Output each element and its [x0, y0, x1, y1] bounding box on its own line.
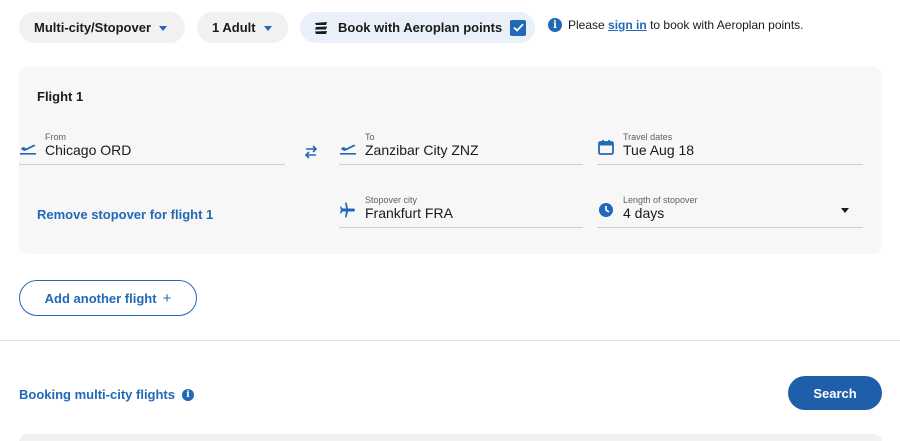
aeroplan-checkbox[interactable] [510, 19, 527, 36]
travel-dates-field[interactable]: Travel dates Tue Aug 18 [597, 132, 863, 165]
plus-icon: + [162, 289, 172, 307]
travel-dates-label: Travel dates [623, 132, 673, 142]
clock-icon [599, 203, 613, 217]
flight-title: Flight 1 [37, 89, 84, 104]
info-icon: i [182, 388, 194, 401]
chevron-down-icon [841, 208, 849, 213]
passengers-label: 1 Adult [212, 20, 256, 35]
stopover-length-dropdown[interactable]: Length of stopover 4 days [597, 195, 863, 228]
sign-in-notice: i Please sign in to book with Aeroplan p… [548, 18, 804, 32]
search-button[interactable]: Search [788, 376, 882, 410]
travel-dates-value: Tue Aug 18 [623, 142, 695, 158]
notice-suffix: to book with Aeroplan points. [650, 18, 804, 32]
to-field[interactable]: To Zanzibar City ZNZ [339, 132, 583, 165]
bottom-panel [19, 434, 882, 441]
to-value: Zanzibar City ZNZ [365, 142, 479, 158]
passengers-dropdown[interactable]: 1 Adult [197, 12, 288, 43]
notice-prefix: Please [568, 18, 605, 32]
stopover-length-value: 4 days [623, 205, 665, 221]
calendar-icon [598, 140, 614, 155]
takeoff-icon [20, 144, 36, 155]
add-another-flight-button[interactable]: Add another flight + [19, 280, 197, 316]
booking-help-link[interactable]: Booking multi-city flights i [19, 387, 194, 402]
add-flight-label: Add another flight [44, 290, 157, 306]
from-value: Chicago ORD [45, 142, 132, 158]
remove-stopover-link[interactable]: Remove stopover for flight 1 [37, 207, 213, 222]
trip-type-label: Multi-city/Stopover [34, 20, 152, 35]
takeoff-icon [340, 144, 356, 155]
from-field[interactable]: From Chicago ORD [19, 132, 285, 165]
section-divider [0, 340, 900, 341]
sign-in-link[interactable]: sign in [608, 18, 647, 32]
stopover-city-label: Stopover city [365, 195, 418, 205]
aeroplan-label: Book with Aeroplan points [338, 20, 503, 35]
swap-icon[interactable] [302, 144, 320, 160]
stopover-length-label: Length of stopover [623, 195, 698, 205]
aeroplan-points-toggle[interactable]: Book with Aeroplan points [300, 12, 535, 43]
to-label: To [365, 132, 375, 142]
chevron-down-icon [159, 26, 168, 31]
info-icon: i [548, 18, 562, 32]
airplane-icon [340, 202, 355, 218]
checkmark-icon [513, 23, 524, 32]
chevron-down-icon [263, 26, 272, 31]
stopover-city-value: Frankfurt FRA [365, 205, 453, 221]
from-label: From [45, 132, 66, 142]
aeroplan-logo-icon [315, 21, 327, 34]
booking-help-label: Booking multi-city flights [19, 387, 175, 402]
trip-type-dropdown[interactable]: Multi-city/Stopover [19, 12, 185, 43]
stopover-city-field[interactable]: Stopover city Frankfurt FRA [339, 195, 583, 228]
